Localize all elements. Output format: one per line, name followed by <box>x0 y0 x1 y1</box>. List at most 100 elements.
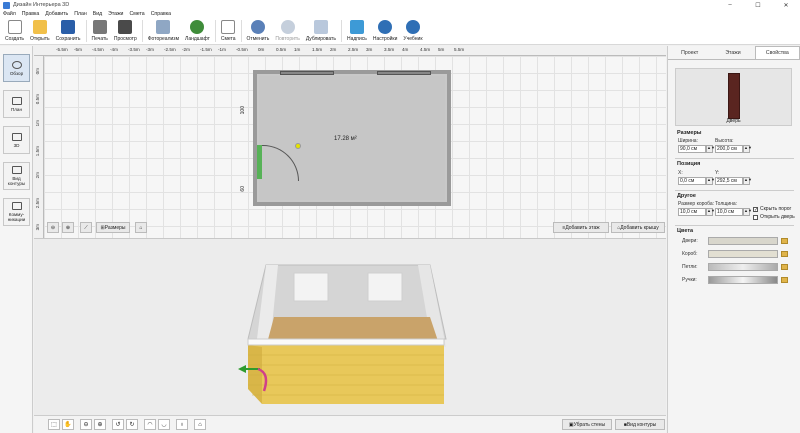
tab-project[interactable]: Проект <box>668 46 711 59</box>
nav-outline[interactable]: Вид контуры <box>3 162 30 190</box>
y-field[interactable]: 292,5 см <box>715 177 743 185</box>
x-spinner[interactable]: ▲▼ <box>706 177 715 185</box>
ruler-tick: -2m <box>182 47 190 52</box>
menu-add[interactable]: Добавить <box>45 11 68 17</box>
ruler-tick: 5.5m <box>454 47 465 52</box>
minimize-button[interactable]: – <box>716 0 744 10</box>
box-folder-icon[interactable] <box>781 251 788 257</box>
box-material[interactable] <box>708 250 778 258</box>
redo-button[interactable]: Повторить <box>272 18 302 44</box>
ruler-tick: -3m <box>146 47 154 52</box>
thickness-field[interactable]: 10,0 см <box>715 208 743 216</box>
door[interactable] <box>257 145 262 179</box>
menu-floors[interactable]: Этажи <box>108 11 123 17</box>
open-door-checkbox[interactable]: Открыть дверь <box>753 214 795 220</box>
home-button[interactable]: ⌂ <box>135 222 147 233</box>
home-icon: ⌂ <box>139 224 143 231</box>
open-button[interactable]: Открыть <box>27 18 53 44</box>
save-button[interactable]: Сохранить <box>53 18 84 44</box>
window[interactable] <box>377 71 431 75</box>
landscape-button[interactable]: Ландшафт <box>182 18 213 44</box>
light-button[interactable]: ♁ <box>176 419 188 430</box>
hinges-color-label: Петли: <box>682 264 698 270</box>
menu-estimate[interactable]: Смета <box>129 11 144 17</box>
ruler-tick: 5m <box>438 47 445 52</box>
add-roof-button[interactable]: ⌂ Добавить крышу <box>611 222 665 233</box>
settings-button[interactable]: Настройки <box>370 18 401 44</box>
hinges-material[interactable] <box>708 263 778 271</box>
ruler-button[interactable]: ⟋ <box>80 222 92 233</box>
zoom-out-button[interactable]: ⊖ <box>47 222 59 233</box>
select-tool-button[interactable]: ⬚ <box>48 419 60 430</box>
create-button[interactable]: Создать <box>2 18 27 44</box>
hinges-folder-icon[interactable] <box>781 264 788 270</box>
undo-button[interactable]: Отменить <box>244 18 273 44</box>
zoom-out-3d-button[interactable]: ⊖ <box>80 419 92 430</box>
photo-button[interactable]: Фотореализм <box>145 18 182 44</box>
window[interactable] <box>280 71 334 75</box>
labels-button[interactable]: Надпись <box>344 18 370 44</box>
menu-edit[interactable]: Правка <box>22 11 40 17</box>
tab-floors[interactable]: Этажи <box>711 46 754 59</box>
ruler-tick: -2.5m <box>164 47 176 52</box>
window-3d <box>293 272 329 302</box>
pan-tool-button[interactable]: ✋ <box>62 419 74 430</box>
zoom-in-button[interactable]: ⊕ <box>62 222 74 233</box>
3d-view[interactable] <box>34 238 666 415</box>
hide-threshold-checkbox[interactable]: ✓ Скрыть порог <box>753 206 791 212</box>
app-icon <box>3 1 10 9</box>
thickness-spinner[interactable]: ▲▼ <box>743 208 752 216</box>
handles-color-label: Ручки: <box>682 277 697 283</box>
height-field[interactable]: 200,0 см <box>715 145 743 153</box>
zoom-in-3d-button[interactable]: ⊕ <box>94 419 106 430</box>
printer-icon <box>92 20 107 34</box>
select-icon: ⬚ <box>51 422 57 428</box>
nav-communications[interactable]: Комму-никации <box>3 198 30 226</box>
tutorial-button[interactable]: Учебник <box>400 18 425 44</box>
door-handle[interactable] <box>295 143 301 149</box>
outline-view-button[interactable]: ■ Вид контуры <box>615 419 665 430</box>
plan-view[interactable]: -5.5m -5m -4.5m -4m -3.5m -3m -2.5m -2m … <box>34 46 666 238</box>
nav-plan[interactable]: План <box>3 90 30 118</box>
doors-material[interactable] <box>708 237 778 245</box>
x-field[interactable]: 0,0 см <box>678 177 706 185</box>
close-button[interactable]: ✕ <box>772 0 800 10</box>
frame-size-field[interactable]: 10,0 см <box>678 208 706 216</box>
doors-folder-icon[interactable] <box>781 238 788 244</box>
hide-walls-button[interactable]: ▣ Убрать стены <box>562 419 612 430</box>
duplicate-button[interactable]: Дублировать <box>303 18 339 44</box>
rotate-right-icon: ↻ <box>129 422 135 428</box>
nav-overview[interactable]: Обзор <box>3 54 30 82</box>
maximize-button[interactable]: ☐ <box>744 0 772 10</box>
gear-icon <box>378 20 393 34</box>
height-label: Высота: <box>715 138 734 144</box>
ruler-tick: 4.5m <box>420 47 431 52</box>
menu-file[interactable]: Файл <box>3 11 16 17</box>
home-3d-button[interactable]: ⌂ <box>194 419 206 430</box>
menu-help[interactable]: Справка <box>151 11 171 17</box>
height-spinner[interactable]: ▲▼ <box>743 145 752 153</box>
frame-spinner[interactable]: ▲▼ <box>706 208 715 216</box>
rotate-left-button[interactable]: ↺ <box>112 419 124 430</box>
ruler-tick: 2m <box>330 47 337 52</box>
width-spinner[interactable]: ▲▼ <box>706 145 715 153</box>
add-floor-button[interactable]: ≡ Добавить этаж <box>553 222 609 233</box>
cube-icon <box>11 132 22 141</box>
width-field[interactable]: 90,0 см <box>678 145 706 153</box>
dimensions-button[interactable]: ⊞ Размеры <box>96 222 130 233</box>
handles-folder-icon[interactable] <box>781 277 788 283</box>
y-label: Y: <box>715 170 720 176</box>
ruler-tick: -1.5m <box>200 47 212 52</box>
rotate-right-button[interactable]: ↻ <box>126 419 138 430</box>
tab-properties[interactable]: Свойства <box>754 46 800 59</box>
y-spinner[interactable]: ▲▼ <box>743 177 752 185</box>
print-button[interactable]: Печать <box>89 18 111 44</box>
menu-plan[interactable]: План <box>74 11 87 17</box>
nav-3d[interactable]: 3D <box>3 126 30 154</box>
menu-view[interactable]: Вид <box>93 11 102 17</box>
preview-button[interactable]: Просмотр <box>111 18 140 44</box>
orbit-down-button[interactable]: ◠ <box>144 419 156 430</box>
handles-material[interactable] <box>708 276 778 284</box>
estimate-button[interactable]: Смета <box>218 18 239 44</box>
orbit-up-button[interactable]: ◡ <box>158 419 170 430</box>
